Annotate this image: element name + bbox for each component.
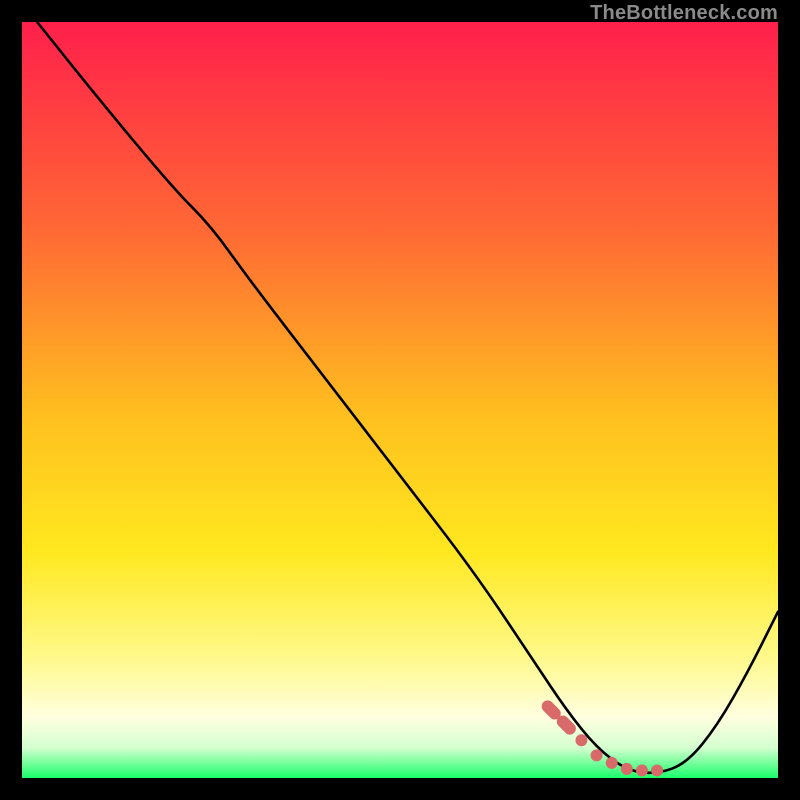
- chart-frame: [22, 22, 778, 778]
- watermark-text: TheBottleneck.com: [590, 2, 778, 25]
- optimal-dot: [651, 764, 663, 776]
- gradient-background: [22, 22, 778, 778]
- bottleneck-chart: [22, 22, 778, 778]
